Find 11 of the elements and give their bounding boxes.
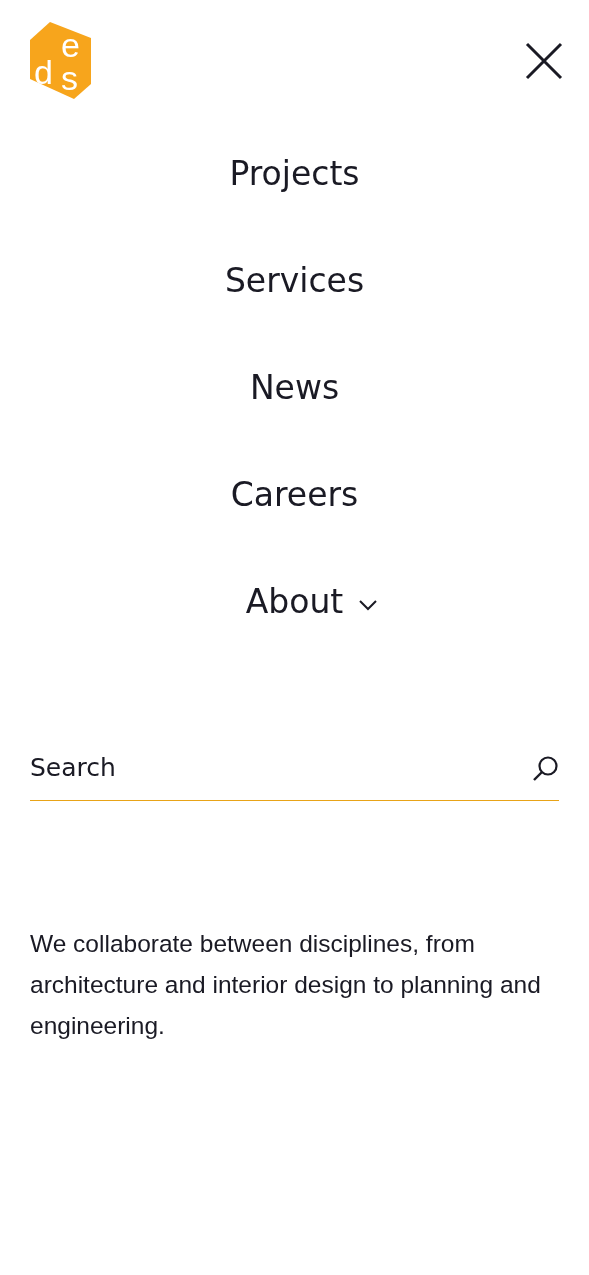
nav-link[interactable]: Services — [224, 259, 365, 302]
search-icon[interactable] — [531, 755, 559, 783]
tagline-text: We collaborate between disciplines, from architecture and interior design to planning and engineering. — [30, 929, 542, 1041]
chevron-down-icon — [359, 600, 378, 611]
close-icon — [525, 42, 563, 80]
nav-link[interactable]: About — [245, 580, 378, 623]
nav-link[interactable]: Careers — [230, 473, 359, 516]
search-field[interactable]: Search — [30, 745, 559, 801]
nav-link[interactable]: News — [249, 366, 340, 409]
close-button[interactable] — [525, 42, 563, 80]
nav-link[interactable]: Projects — [229, 152, 360, 195]
